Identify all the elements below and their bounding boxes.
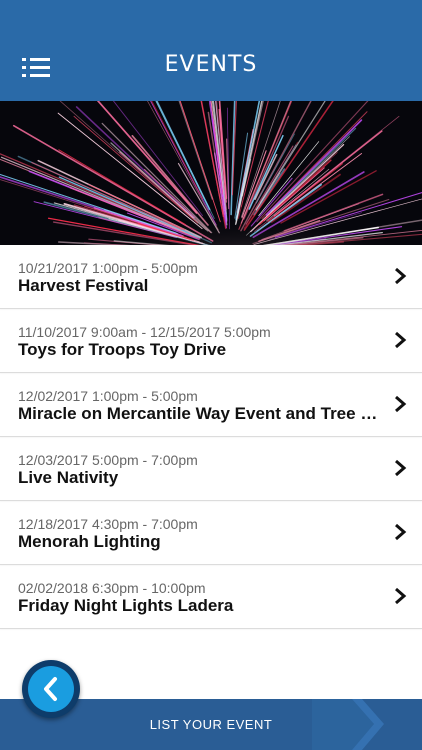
event-item[interactable]: 12/03/2017 5:00pm - 7:00pm Live Nativity <box>0 437 422 501</box>
event-date: 11/10/2017 9:00am - 12/15/2017 5:00pm <box>18 324 271 340</box>
chevron-right-icon <box>395 523 407 541</box>
event-date: 12/18/2017 4:30pm - 7:00pm <box>18 516 198 532</box>
events-list: 10/21/2017 1:00pm - 5:00pm Harvest Festi… <box>0 245 422 629</box>
event-name: Toys for Troops Toy Drive <box>18 340 227 359</box>
event-item[interactable]: 10/21/2017 1:00pm - 5:00pm Harvest Festi… <box>0 245 422 309</box>
chevron-right-icon <box>395 459 407 477</box>
chevron-left-icon <box>44 677 57 701</box>
event-date: 10/21/2017 1:00pm - 5:00pm <box>18 260 198 276</box>
event-name: Miracle on Mercantile Way Event and Tree… <box>18 404 380 423</box>
event-name: Harvest Festival <box>18 276 149 295</box>
fireworks-banner-image <box>0 101 422 245</box>
event-date: 12/02/2017 1:00pm - 5:00pm <box>18 388 198 404</box>
list-your-event-label: LIST YOUR EVENT <box>149 717 273 732</box>
chevron-right-icon <box>395 267 407 285</box>
event-item[interactable]: 02/02/2018 6:30pm - 10:00pm Friday Night… <box>0 565 422 629</box>
fireworks-illustration <box>0 101 422 245</box>
app-header: EVENTS <box>0 0 422 101</box>
event-item[interactable]: 12/18/2017 4:30pm - 7:00pm Menorah Light… <box>0 501 422 565</box>
chevron-right-icon <box>395 395 407 413</box>
event-name: Live Nativity <box>18 468 119 487</box>
event-date: 12/03/2017 5:00pm - 7:00pm <box>18 452 198 468</box>
chevron-right-icon <box>395 587 407 605</box>
page-title: EVENTS <box>164 52 258 77</box>
event-item[interactable]: 12/02/2017 1:00pm - 5:00pm Miracle on Me… <box>0 373 422 437</box>
back-button[interactable] <box>22 660 80 718</box>
event-name: Friday Night Lights Ladera <box>18 596 234 615</box>
event-name: Menorah Lighting <box>18 532 161 551</box>
event-date: 02/02/2018 6:30pm - 10:00pm <box>18 580 206 596</box>
chevron-right-icon <box>395 331 407 349</box>
event-item[interactable]: 11/10/2017 9:00am - 12/15/2017 5:00pm To… <box>0 309 422 373</box>
